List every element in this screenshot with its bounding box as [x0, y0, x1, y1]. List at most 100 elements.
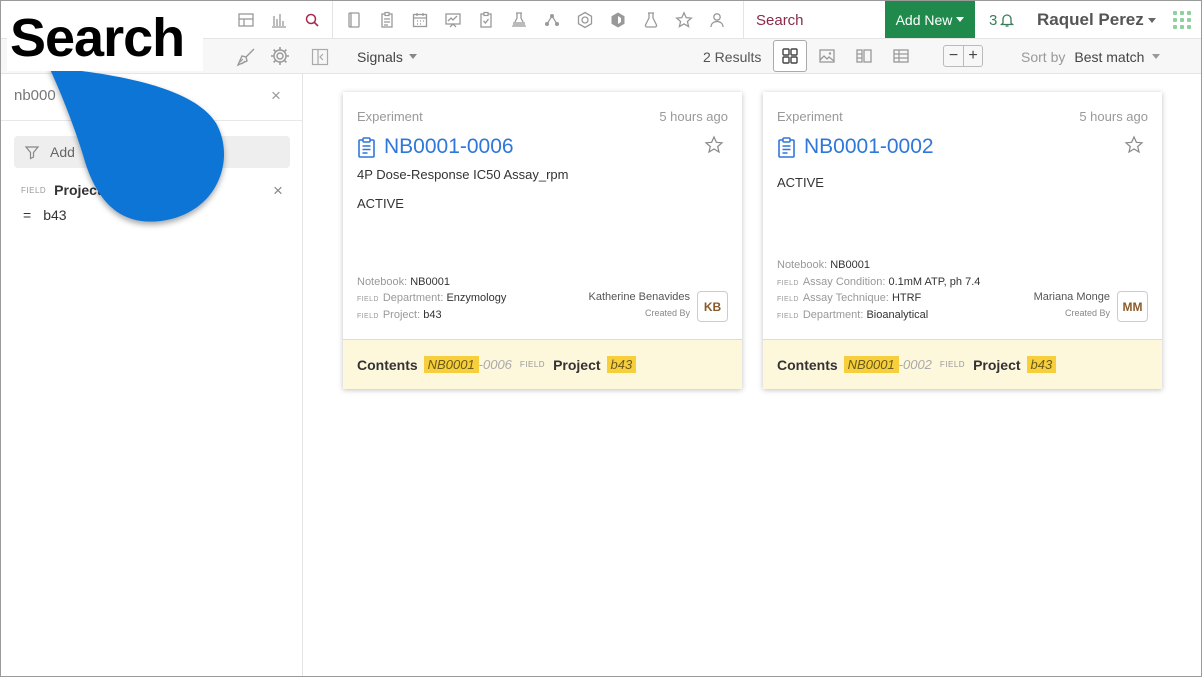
- avatar[interactable]: KB: [697, 291, 728, 322]
- match-rest: -0002: [898, 357, 932, 372]
- table-icon: [893, 49, 909, 63]
- meta-value: NB0001: [830, 259, 870, 271]
- project-label: Project: [553, 356, 601, 373]
- clipboard-icon: [778, 136, 795, 158]
- meta-field-tag: FIELD: [357, 313, 379, 320]
- creator-name: Mariana Monge: [1033, 291, 1110, 303]
- star-icon[interactable]: [1124, 135, 1144, 155]
- sample-icon[interactable]: [568, 1, 601, 39]
- lab-icon[interactable]: [502, 1, 535, 39]
- meta-label: Notebook:: [357, 276, 408, 288]
- card-description: 4P Dose-Response IC50 Assay_rpm: [357, 167, 569, 182]
- top-search-field[interactable]: Search: [743, 1, 885, 39]
- chevron-down-icon: [1147, 17, 1156, 23]
- contents-label: Contents: [777, 356, 838, 373]
- image-icon: [819, 49, 835, 63]
- card-title-link[interactable]: NB0001-0002: [777, 135, 934, 159]
- users-icon[interactable]: [700, 1, 733, 39]
- pointer-drop-shape: [49, 67, 225, 222]
- toolbar-divider: [332, 1, 333, 39]
- app-launcher-icon[interactable]: [1173, 11, 1191, 29]
- presentation-icon[interactable]: [436, 1, 469, 39]
- meta-label: Department:: [802, 309, 864, 321]
- card-view-button[interactable]: [773, 40, 807, 72]
- bar-chart-icon[interactable]: [262, 1, 295, 39]
- star-icon[interactable]: [704, 135, 724, 155]
- card-title-link[interactable]: NB0001-0006: [357, 135, 514, 159]
- clipboard-icon: [358, 136, 375, 158]
- notebook-icon[interactable]: [337, 1, 370, 39]
- request-icon[interactable]: [469, 1, 502, 39]
- card-meta-row: Notebook: NB0001: [777, 259, 870, 271]
- project-label: Project: [973, 356, 1021, 373]
- card-meta-row: FIELD Assay Condition: 0.1mM ATP, ph 7.4: [777, 276, 980, 288]
- search-icon[interactable]: [295, 1, 328, 39]
- card-meta-row: FIELD Department: Enzymology: [357, 292, 506, 304]
- meta-label: Assay Condition:: [802, 276, 886, 288]
- user-menu[interactable]: Raquel Perez: [1037, 1, 1156, 39]
- card-meta-row: Notebook: NB0001: [357, 276, 450, 288]
- card-title: NB0001-0006: [384, 135, 514, 158]
- add-new-button[interactable]: Add New: [885, 1, 975, 38]
- meta-field-tag: FIELD: [777, 296, 799, 303]
- sort-label: Sort by: [1021, 48, 1066, 65]
- zoom-in-button[interactable]: +: [963, 46, 982, 66]
- match-highlight: b43: [606, 356, 637, 373]
- dashboard-icon[interactable]: [229, 1, 262, 39]
- bell-icon: [1000, 14, 1015, 27]
- table-view-button[interactable]: [884, 40, 918, 72]
- sort-dropdown[interactable]: Sort by Best match: [1021, 39, 1161, 74]
- image-view-button[interactable]: [810, 40, 844, 72]
- remove-filter-icon[interactable]: ×: [273, 181, 283, 201]
- chevron-down-icon: [956, 17, 965, 22]
- match-highlight: NB0001: [423, 356, 479, 373]
- flask-icon[interactable]: [634, 1, 667, 39]
- search-overlay-text: Search: [10, 8, 185, 68]
- match-highlight: b43: [1026, 356, 1057, 373]
- creator-name: Katherine Benavides: [588, 291, 690, 303]
- created-by-label: Created By: [644, 308, 690, 318]
- search-overlay-label: Search: [7, 5, 203, 71]
- clear-query-icon[interactable]: ×: [271, 86, 281, 106]
- add-new-label: Add New: [895, 11, 953, 28]
- user-name: Raquel Perez: [1037, 10, 1144, 29]
- collapse-panel-icon[interactable]: [311, 48, 329, 66]
- match-rest: -0006: [478, 357, 512, 372]
- match-highlight: NB0001: [843, 356, 899, 373]
- split-view-icon: [856, 49, 872, 63]
- calendar-icon[interactable]: [403, 1, 436, 39]
- chevron-down-icon: [408, 54, 417, 59]
- meta-value: Enzymology: [446, 292, 507, 304]
- card-status: ACTIVE: [357, 196, 404, 211]
- zoom-out-button[interactable]: −: [944, 46, 963, 66]
- card-type: Experiment: [777, 109, 843, 124]
- signals-dropdown[interactable]: Signals: [357, 39, 417, 74]
- broom-icon[interactable]: [235, 46, 257, 68]
- meta-label: Department:: [382, 292, 444, 304]
- card-creator: Katherine Benavides Created By: [588, 291, 690, 318]
- results-toolbar: Signals 2 Results − + Sort by Best match: [303, 39, 1201, 74]
- result-card[interactable]: Experiment 5 hours ago NB0001-0002 ACTIV…: [763, 92, 1162, 389]
- result-card[interactable]: Experiment 5 hours ago NB0001-0006 4P Do…: [343, 92, 742, 389]
- chevron-down-icon: [1152, 54, 1161, 59]
- workflow-icon[interactable]: [535, 1, 568, 39]
- meta-value: HTRF: [891, 292, 922, 304]
- view-switcher: [773, 40, 921, 72]
- material-icon[interactable]: [601, 1, 634, 39]
- card-status: ACTIVE: [777, 175, 824, 190]
- meta-value: NB0001: [410, 276, 450, 288]
- signals-label: Signals: [357, 48, 403, 65]
- results-count: 2 Results: [703, 48, 762, 65]
- avatar[interactable]: MM: [1117, 291, 1148, 322]
- contents-label: Contents: [357, 356, 418, 373]
- card-type: Experiment: [357, 109, 423, 124]
- notifications-button[interactable]: 3: [989, 1, 1015, 39]
- detail-view-button[interactable]: [847, 40, 881, 72]
- meta-field-tag: FIELD: [777, 280, 799, 287]
- favorites-icon[interactable]: [667, 1, 700, 39]
- filter-operator: =: [23, 207, 32, 223]
- gear-icon[interactable]: [269, 45, 291, 67]
- field-tag: FIELD: [939, 360, 966, 369]
- card-title: NB0001-0002: [804, 135, 934, 158]
- experiment-icon[interactable]: [370, 1, 403, 39]
